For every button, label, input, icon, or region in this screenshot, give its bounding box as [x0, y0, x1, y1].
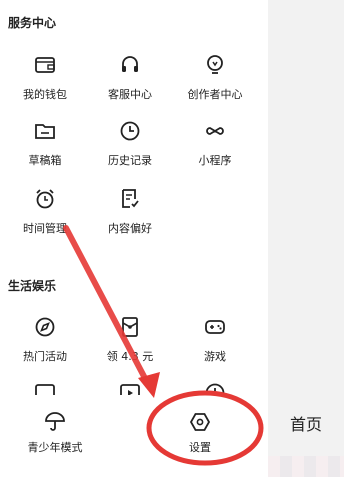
menu-item-drafts[interactable]: 草稿箱 — [5, 118, 85, 168]
menu-item-label: 领 4.3 元 — [106, 350, 154, 363]
menu-item-label: 内容偏好 — [108, 222, 152, 235]
menu-item-label: 草稿箱 — [28, 154, 62, 167]
gamepad-icon — [202, 314, 228, 340]
menu-item-label: 热门活动 — [23, 350, 67, 363]
menu-item-hot-events[interactable]: 热门活动 — [5, 314, 85, 364]
clock-icon — [117, 118, 143, 144]
section-title-service: 服务中心 — [8, 16, 57, 30]
menu-item-wallet[interactable]: 我的钱包 — [5, 52, 85, 102]
menu-item-creator-center[interactable]: 创作者中心 — [175, 52, 255, 102]
menu-item-red-packet[interactable]: 领 4.3 元 — [90, 314, 170, 364]
transparent-edge — [268, 456, 344, 477]
menu-item-mini-program[interactable]: 小程序 — [175, 118, 255, 168]
tab-home[interactable]: 首页 — [268, 400, 344, 446]
teen-mode-label: 青少年模式 — [27, 441, 83, 454]
alarm-clock-icon — [32, 186, 58, 212]
red-packet-icon — [117, 314, 143, 340]
mini-program-icon — [202, 118, 228, 144]
settings-label: 设置 — [189, 441, 211, 454]
menu-item-label: 游戏 — [204, 350, 226, 363]
wallet-icon — [32, 52, 58, 78]
lightbulb-icon — [202, 52, 228, 78]
umbrella-icon — [44, 411, 66, 433]
menu-item-label: 客服中心 — [108, 88, 152, 101]
headset-icon — [117, 52, 143, 78]
menu-item-label: 历史记录 — [108, 154, 152, 167]
drawer-menu: 服务中心 我的钱包 客服中心 创作者中心 草稿箱 历史记录 小程序 时间管理 内… — [0, 0, 268, 477]
section-title-life-entertainment: 生活娱乐 — [8, 279, 57, 293]
settings-button[interactable]: 设置 — [150, 411, 250, 455]
menu-item-label: 时间管理 — [23, 222, 67, 235]
menu-item-time-management[interactable]: 时间管理 — [5, 186, 85, 236]
compass-icon — [32, 314, 58, 340]
folder-icon — [32, 118, 58, 144]
menu-item-label: 创作者中心 — [187, 88, 243, 101]
hexagon-settings-icon — [189, 411, 211, 433]
menu-item-content-preference[interactable]: 内容偏好 — [90, 186, 170, 236]
preference-doc-icon — [117, 186, 143, 212]
drawer-bottom-bar: 青少年模式 设置 — [0, 395, 268, 477]
menu-item-label: 我的钱包 — [23, 88, 67, 101]
menu-item-history[interactable]: 历史记录 — [90, 118, 170, 168]
menu-item-games[interactable]: 游戏 — [175, 314, 255, 364]
teen-mode-button[interactable]: 青少年模式 — [5, 411, 105, 455]
menu-item-label: 小程序 — [198, 154, 232, 167]
menu-item-customer-service[interactable]: 客服中心 — [90, 52, 170, 102]
